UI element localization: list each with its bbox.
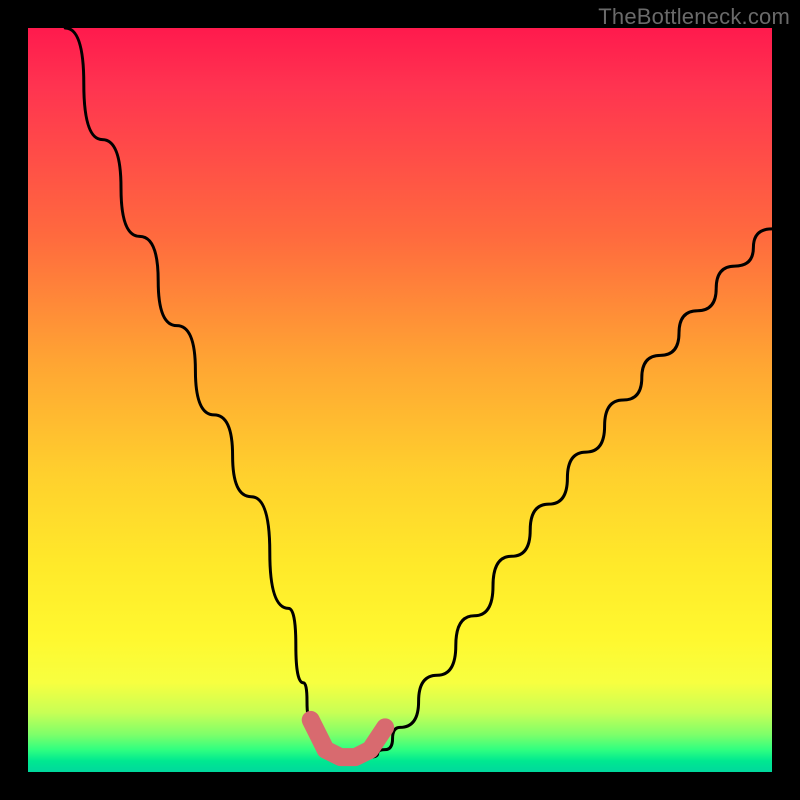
watermark-text: TheBottleneck.com bbox=[598, 4, 790, 30]
optimal-range-highlight bbox=[311, 720, 385, 757]
bottleneck-curve-svg bbox=[28, 28, 772, 772]
chart-frame: TheBottleneck.com bbox=[0, 0, 800, 800]
chart-plot-area bbox=[28, 28, 772, 772]
bottleneck-curve-path bbox=[65, 28, 772, 757]
